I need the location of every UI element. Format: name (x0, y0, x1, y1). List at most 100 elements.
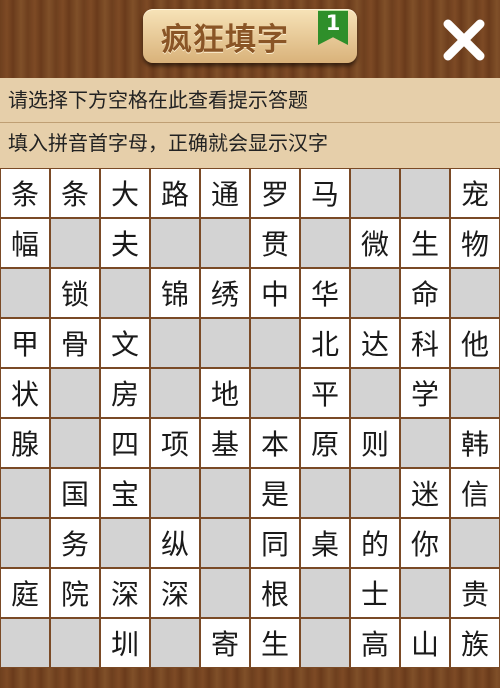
grid-cell-letter[interactable]: 生 (400, 218, 450, 268)
grid-cell-empty[interactable] (400, 418, 450, 468)
grid-cell-letter[interactable]: 四 (100, 418, 150, 468)
grid-cell-letter[interactable]: 圳 (100, 618, 150, 668)
grid-cell-letter[interactable]: 地 (200, 368, 250, 418)
grid-cell-letter[interactable]: 院 (50, 568, 100, 618)
grid-cell-empty[interactable] (400, 568, 450, 618)
grid-cell-letter[interactable]: 务 (50, 518, 100, 568)
grid-cell-letter[interactable]: 高 (350, 618, 400, 668)
grid-cell-letter[interactable]: 夫 (100, 218, 150, 268)
grid-cell-letter[interactable]: 贵 (450, 568, 500, 618)
grid-cell-empty[interactable] (150, 218, 200, 268)
grid-cell-letter[interactable]: 大 (100, 168, 150, 218)
grid-cell-letter[interactable]: 腺 (0, 418, 50, 468)
grid-cell-letter[interactable]: 根 (250, 568, 300, 618)
grid-cell-empty[interactable] (200, 518, 250, 568)
grid-cell-letter[interactable]: 物 (450, 218, 500, 268)
grid-cell-empty[interactable] (200, 218, 250, 268)
grid-cell-empty[interactable] (50, 368, 100, 418)
grid-cell-letter[interactable]: 文 (100, 318, 150, 368)
grid-cell-letter[interactable]: 房 (100, 368, 150, 418)
grid-cell-empty[interactable] (250, 368, 300, 418)
grid-cell-empty[interactable] (50, 418, 100, 468)
grid-cell-letter[interactable]: 本 (250, 418, 300, 468)
grid-cell-letter[interactable]: 学 (400, 368, 450, 418)
grid-cell-letter[interactable]: 你 (400, 518, 450, 568)
grid-cell-letter[interactable]: 中 (250, 268, 300, 318)
grid-cell-empty[interactable] (50, 218, 100, 268)
grid-cell-letter[interactable]: 则 (350, 418, 400, 468)
grid-cell-empty[interactable] (0, 618, 50, 668)
grid-cell-letter[interactable]: 寄 (200, 618, 250, 668)
grid-cell-empty[interactable] (350, 368, 400, 418)
grid-cell-empty[interactable] (150, 468, 200, 518)
grid-cell-empty[interactable] (150, 318, 200, 368)
grid-cell-empty[interactable] (300, 568, 350, 618)
grid-cell-letter[interactable]: 基 (200, 418, 250, 468)
grid-cell-letter[interactable]: 甲 (0, 318, 50, 368)
grid-cell-letter[interactable]: 的 (350, 518, 400, 568)
grid-cell-letter[interactable]: 深 (150, 568, 200, 618)
grid-cell-letter[interactable]: 士 (350, 568, 400, 618)
grid-cell-letter[interactable]: 他 (450, 318, 500, 368)
grid-cell-letter[interactable]: 韩 (450, 418, 500, 468)
grid-cell-empty[interactable] (0, 518, 50, 568)
grid-cell-letter[interactable]: 贯 (250, 218, 300, 268)
grid-cell-letter[interactable]: 平 (300, 368, 350, 418)
grid-cell-letter[interactable]: 国 (50, 468, 100, 518)
grid-cell-letter[interactable]: 桌 (300, 518, 350, 568)
grid-cell-letter[interactable]: 项 (150, 418, 200, 468)
grid-cell-empty[interactable] (200, 468, 250, 518)
grid-cell-empty[interactable] (250, 318, 300, 368)
grid-cell-letter[interactable]: 马 (300, 168, 350, 218)
grid-cell-letter[interactable]: 路 (150, 168, 200, 218)
grid-cell-empty[interactable] (450, 268, 500, 318)
grid-cell-letter[interactable]: 北 (300, 318, 350, 368)
grid-cell-empty[interactable] (350, 168, 400, 218)
grid-cell-empty[interactable] (200, 568, 250, 618)
grid-cell-letter[interactable]: 锦 (150, 268, 200, 318)
grid-cell-empty[interactable] (150, 368, 200, 418)
grid-cell-empty[interactable] (100, 268, 150, 318)
grid-cell-letter[interactable]: 条 (0, 168, 50, 218)
grid-cell-letter[interactable]: 幅 (0, 218, 50, 268)
grid-cell-letter[interactable]: 条 (50, 168, 100, 218)
grid-cell-empty[interactable] (300, 618, 350, 668)
grid-cell-letter[interactable]: 纵 (150, 518, 200, 568)
grid-cell-letter[interactable]: 华 (300, 268, 350, 318)
grid-cell-empty[interactable] (50, 618, 100, 668)
grid-cell-letter[interactable]: 族 (450, 618, 500, 668)
grid-cell-empty[interactable] (200, 318, 250, 368)
grid-cell-empty[interactable] (450, 368, 500, 418)
grid-cell-letter[interactable]: 达 (350, 318, 400, 368)
grid-cell-letter[interactable]: 状 (0, 368, 50, 418)
grid-cell-empty[interactable] (150, 618, 200, 668)
grid-cell-letter[interactable]: 是 (250, 468, 300, 518)
grid-cell-letter[interactable]: 宠 (450, 168, 500, 218)
grid-cell-letter[interactable]: 罗 (250, 168, 300, 218)
grid-cell-letter[interactable]: 生 (250, 618, 300, 668)
grid-cell-empty[interactable] (300, 468, 350, 518)
grid-cell-letter[interactable]: 信 (450, 468, 500, 518)
close-button[interactable] (436, 12, 492, 68)
grid-cell-letter[interactable]: 锁 (50, 268, 100, 318)
grid-cell-letter[interactable]: 命 (400, 268, 450, 318)
grid-cell-letter[interactable]: 宝 (100, 468, 150, 518)
grid-cell-empty[interactable] (300, 218, 350, 268)
grid-cell-letter[interactable]: 山 (400, 618, 450, 668)
grid-cell-letter[interactable]: 微 (350, 218, 400, 268)
grid-cell-letter[interactable]: 原 (300, 418, 350, 468)
grid-cell-letter[interactable]: 通 (200, 168, 250, 218)
grid-cell-empty[interactable] (0, 268, 50, 318)
grid-cell-empty[interactable] (350, 268, 400, 318)
grid-cell-letter[interactable]: 绣 (200, 268, 250, 318)
grid-cell-empty[interactable] (400, 168, 450, 218)
grid-cell-letter[interactable]: 深 (100, 568, 150, 618)
grid-cell-empty[interactable] (100, 518, 150, 568)
grid-cell-empty[interactable] (0, 468, 50, 518)
grid-cell-empty[interactable] (450, 518, 500, 568)
grid-cell-letter[interactable]: 迷 (400, 468, 450, 518)
grid-cell-letter[interactable]: 科 (400, 318, 450, 368)
grid-cell-letter[interactable]: 骨 (50, 318, 100, 368)
grid-cell-letter[interactable]: 庭 (0, 568, 50, 618)
grid-cell-letter[interactable]: 同 (250, 518, 300, 568)
